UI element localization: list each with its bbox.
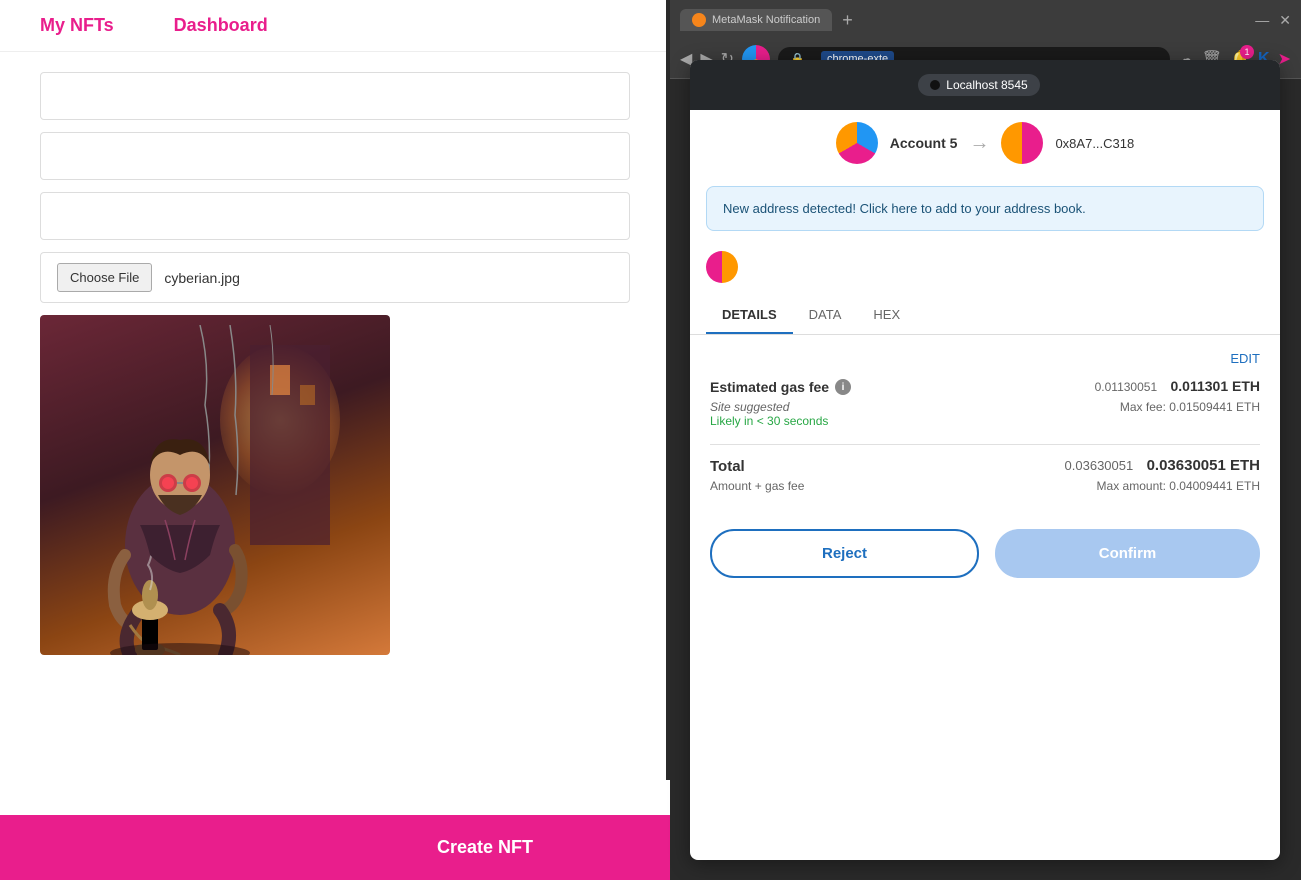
mm-header-bar: Localhost 8545 (690, 60, 1280, 110)
gas-fee-label: Estimated gas fee i (710, 379, 851, 395)
action-buttons: Reject Confirm (690, 509, 1280, 598)
mm-tabs: DETAILS DATA HEX (690, 297, 1280, 335)
localhost-label: Localhost 8545 (946, 78, 1027, 92)
notification-banner[interactable]: New address detected! Click here to add … (706, 186, 1264, 231)
browser-tabbar: MetaMask Notification + — ✕ (670, 0, 1301, 40)
total-sub-row: Amount + gas fee Max amount: 0.04009441 … (710, 479, 1260, 493)
gas-suggestion-info: Site suggested Likely in < 30 seconds (710, 400, 828, 428)
max-amount-label: Max amount: (1097, 479, 1166, 493)
tab-data[interactable]: DATA (793, 297, 858, 334)
tab-area: MetaMask Notification + (680, 9, 857, 31)
mm-accounts-row: Account 5 → 0x8A7...C318 (690, 110, 1280, 176)
total-amount-sub: 0.03630051 (1065, 458, 1134, 473)
gas-amount-main: 0.011301 ETH (1170, 378, 1260, 394)
artwork-name-input[interactable]: Artwork #1 (57, 147, 613, 164)
max-fee-info: Max fee: 0.01509441 ETH (1120, 400, 1260, 428)
divider (710, 444, 1260, 445)
total-amount-main: 0.03630051 ETH (1147, 457, 1260, 474)
gas-info-icon[interactable]: i (835, 379, 851, 395)
nft-creation-panel: My NFTs Dashboard Armenian Cyberpunk Art… (0, 0, 670, 880)
total-section: Total 0.03630051 0.03630051 ETH Amount +… (710, 457, 1260, 493)
choose-file-button[interactable]: Choose File (57, 263, 152, 292)
total-amount: 0.03630051 0.03630051 ETH (1065, 457, 1260, 475)
max-amount-info: Max amount: 0.04009441 ETH (1097, 479, 1260, 493)
recipient-avatar (1001, 122, 1043, 164)
gas-sub-info: Site suggested Likely in < 30 seconds Ma… (710, 400, 1260, 428)
tab-details[interactable]: DETAILS (706, 297, 793, 334)
cyberpunk-figure (50, 325, 390, 655)
likely-text: Likely in < 30 seconds (710, 414, 828, 428)
total-row: Total 0.03630051 0.03630051 ETH (710, 457, 1260, 475)
new-tab-button[interactable]: + (838, 10, 857, 31)
total-label: Total (710, 458, 745, 475)
my-nfts-link[interactable]: My NFTs (40, 15, 114, 36)
window-controls: — ✕ (1255, 12, 1291, 29)
localhost-dot (930, 80, 940, 90)
collection-name-field: Armenian Cyberpunk (40, 72, 630, 120)
metamask-tab-icon (692, 13, 706, 27)
artwork-name-field: Artwork #1 (40, 132, 630, 180)
edit-link[interactable]: EDIT (710, 351, 1260, 366)
minimize-icon[interactable]: — (1255, 12, 1269, 29)
gas-fee-row: Estimated gas fee i 0.01130051 0.011301 … (710, 378, 1260, 396)
recipient-address: 0x8A7...C318 (1055, 136, 1134, 151)
reject-button[interactable]: Reject (710, 529, 979, 578)
tab-hex[interactable]: HEX (857, 297, 916, 334)
amount-gas-label: Amount + gas fee (710, 479, 804, 493)
dashboard-link[interactable]: Dashboard (174, 15, 268, 36)
quantity-input[interactable]: 1 (57, 207, 613, 224)
file-name-label: cyberian.jpg (164, 270, 240, 286)
gas-amount-sub: 0.01130051 (1095, 380, 1158, 394)
notification-text: New address detected! Click here to add … (723, 201, 1086, 216)
tab-label: MetaMask Notification (712, 14, 820, 26)
max-fee-value: 0.01509441 ETH (1169, 400, 1260, 414)
max-amount-value: 0.04009441 ETH (1169, 479, 1260, 493)
confirm-button[interactable]: Confirm (995, 529, 1260, 578)
max-fee-label: Max fee: (1120, 400, 1166, 414)
quantity-field: 1 (40, 192, 630, 240)
sender-avatar (836, 122, 878, 164)
metamask-tab[interactable]: MetaMask Notification (680, 9, 832, 31)
sender-small-avatar (706, 251, 738, 283)
browser-window: MetaMask Notification + — ✕ ◀ ▶ ↻ 🔒 chro… (670, 0, 1301, 880)
collection-name-input[interactable]: Armenian Cyberpunk (57, 87, 613, 104)
site-suggested-text: Site suggested (710, 400, 828, 414)
gas-fee-section: Estimated gas fee i 0.01130051 0.011301 … (710, 378, 1260, 428)
gas-fee-text: Estimated gas fee (710, 379, 829, 395)
sender-row (690, 241, 1280, 293)
nft-form: Armenian Cyberpunk Artwork #1 1 Choose F… (0, 52, 670, 675)
nft-image-preview (40, 315, 390, 655)
metamask-popup: Localhost 8545 Account 5 → 0x8A7...C318 … (690, 60, 1280, 860)
mm-main-content: EDIT Estimated gas fee i 0.01130051 0.01… (690, 335, 1280, 509)
file-input-row: Choose File cyberian.jpg (40, 252, 630, 303)
close-icon[interactable]: ✕ (1279, 12, 1291, 29)
navigation: My NFTs Dashboard (0, 0, 670, 52)
gas-fee-amount: 0.01130051 0.011301 ETH (1095, 378, 1260, 396)
localhost-badge: Localhost 8545 (918, 74, 1039, 96)
account-name: Account 5 (890, 135, 958, 151)
transfer-arrow: → (969, 132, 989, 155)
edit-label[interactable]: EDIT (1230, 351, 1260, 366)
